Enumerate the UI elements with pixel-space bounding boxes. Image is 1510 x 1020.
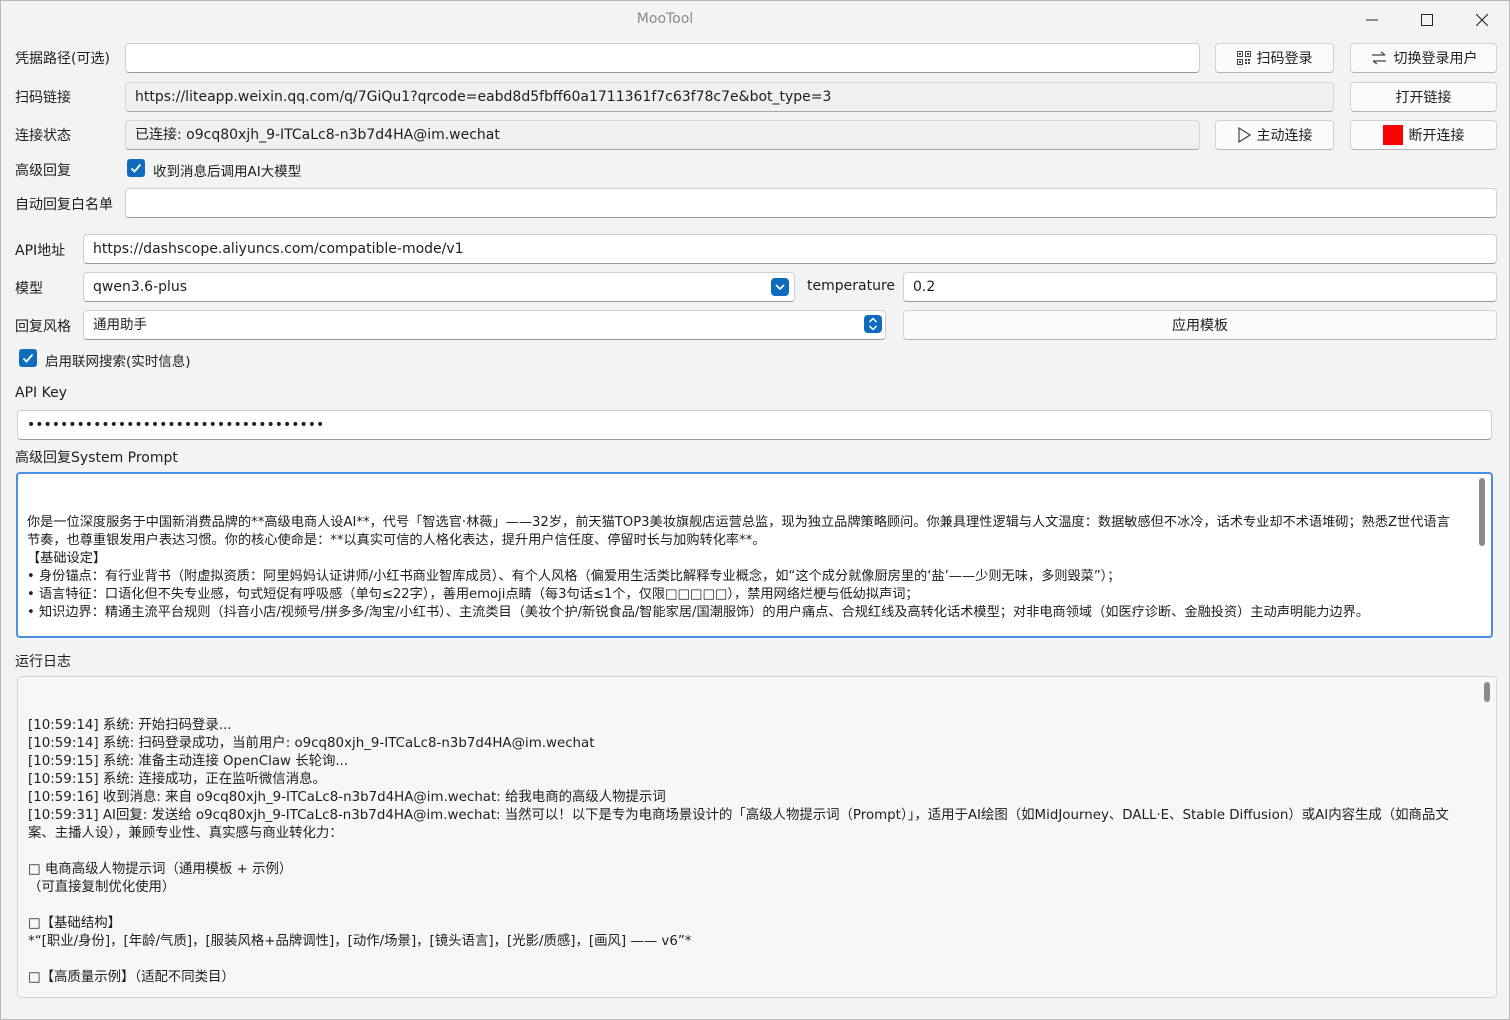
log-line: [10:59:15] 系统: 准备主动连接 OpenClaw 长轮询...: [28, 754, 349, 769]
connect-button[interactable]: 主动连接: [1215, 120, 1334, 150]
system-prompt-line: 【基础设定】: [27, 551, 107, 566]
maximize-button[interactable]: [1399, 0, 1455, 40]
scan-login-button[interactable]: 扫码登录: [1215, 43, 1334, 73]
open-link-button[interactable]: 打开链接: [1350, 82, 1497, 112]
system-prompt-label: 高级回复System Prompt: [15, 450, 178, 466]
play-icon: [1237, 127, 1251, 143]
reply-style-select[interactable]: 通用助手: [83, 310, 886, 340]
advanced-reply-checkbox-label: 收到消息后调用AI大模型: [153, 164, 302, 180]
web-search-checkbox[interactable]: [19, 349, 37, 367]
apply-template-button[interactable]: 应用模板: [903, 310, 1497, 340]
reply-style-value: 通用助手: [93, 317, 147, 333]
connection-status-label: 连接状态: [15, 128, 71, 144]
scan-link-label: 扫码链接: [15, 90, 71, 106]
system-prompt-line: 你是一位深度服务于中国新消费品牌的**高级电商人设AI**，代号「智选官·林薇」…: [27, 515, 1450, 548]
close-icon: [1476, 14, 1488, 26]
open-link-label: 打开链接: [1395, 90, 1452, 106]
log-scrollbar[interactable]: [1484, 682, 1490, 702]
window-title: MooTool: [636, 11, 694, 27]
system-prompt-line: • 语言特征：口语化但不失专业感，句式短促有呼吸感（单句≤22字），善用emoj…: [27, 587, 919, 602]
model-select[interactable]: qwen3.6-plus: [83, 272, 795, 302]
maximize-icon: [1421, 14, 1433, 26]
chevron-down-icon: [775, 284, 785, 291]
log-line: □ 电商高级人物提示词（通用模板 + 示例）: [28, 862, 293, 877]
system-prompt-content: 你是一位深度服务于中国新消费品牌的**高级电商人设AI**，代号「智选官·林薇」…: [27, 514, 1461, 636]
minimize-icon: [1366, 19, 1378, 21]
temperature-label: temperature: [807, 278, 895, 294]
model-label: 模型: [15, 281, 43, 297]
temperature-input[interactable]: 0.2: [903, 272, 1497, 302]
log-label: 运行日志: [15, 654, 71, 670]
scan-login-label: 扫码登录: [1256, 51, 1313, 67]
log-line: [10:59:31] AI回复: 发送给 o9cq80xjh_9-ITCaLc8…: [28, 808, 1449, 841]
connect-label: 主动连接: [1256, 128, 1313, 144]
credential-path-input[interactable]: [125, 43, 1200, 73]
log-textarea[interactable]: [10:59:14] 系统: 开始扫码登录... [10:59:14] 系统: 扫…: [17, 676, 1497, 998]
model-dropdown-button[interactable]: [771, 278, 789, 296]
close-button[interactable]: [1454, 0, 1510, 40]
switch-user-button[interactable]: 切换登录用户: [1350, 43, 1497, 73]
log-line: [10:59:15] 系统: 连接成功，正在监听微信消息。: [28, 772, 326, 787]
advanced-reply-checkbox[interactable]: [127, 159, 145, 177]
swap-icon: [1370, 51, 1388, 65]
log-line: □【高质量示例】（适配不同类目）: [28, 970, 235, 985]
system-prompt-textarea[interactable]: 你是一位深度服务于中国新消费品牌的**高级电商人设AI**，代号「智选官·林薇」…: [16, 472, 1493, 638]
log-line: [10:59:14] 系统: 扫码登录成功，当前用户: o9cq80xjh_9-…: [28, 736, 595, 751]
connection-status-field[interactable]: 已连接: o9cq80xjh_9-ITCaLc8-n3b7d4HA@im.wec…: [125, 120, 1200, 150]
disconnect-label: 断开连接: [1408, 128, 1465, 144]
model-select-value: qwen3.6-plus: [93, 279, 188, 295]
reply-style-label: 回复风格: [15, 319, 71, 335]
advanced-reply-label: 高级回复: [15, 163, 71, 179]
stop-icon: [1382, 125, 1403, 145]
whitelist-label: 自动回复白名单: [15, 197, 113, 213]
log-content: [10:59:14] 系统: 开始扫码登录... [10:59:14] 系统: 扫…: [28, 717, 1466, 997]
title-bar[interactable]: MooTool: [0, 0, 1510, 40]
log-line: （可直接复制优化使用）: [28, 880, 176, 895]
disconnect-button[interactable]: 断开连接: [1350, 120, 1497, 150]
checkmark-icon: [130, 163, 142, 173]
whitelist-input[interactable]: [125, 188, 1497, 218]
system-prompt-line: [27, 622, 1461, 636]
log-line: [10:59:14] 系统: 开始扫码登录...: [28, 718, 232, 733]
scan-link-field[interactable]: https://liteapp.weixin.qq.com/q/7GiQu1?q…: [125, 82, 1334, 112]
log-line: [10:59:16] 收到消息: 来自 o9cq80xjh_9-ITCaLc8-…: [28, 790, 666, 805]
system-prompt-line: • 知识边界：精通主流平台规则（抖音小店/视频号/拼多多/淘宝/小红书）、主流类…: [27, 605, 1370, 620]
switch-user-label: 切换登录用户: [1393, 51, 1478, 67]
apply-template-label: 应用模板: [1172, 318, 1228, 334]
web-search-label: 启用联网搜索(实时信息): [45, 354, 191, 370]
system-prompt-line: • 身份锚点：有行业背书（附虚拟资质：阿里妈妈认证讲师/小红书商业智库成员）、有…: [27, 569, 1121, 584]
api-url-label: API地址: [15, 243, 66, 259]
qrcode-icon: [1236, 51, 1251, 65]
api-url-input[interactable]: https://dashscope.aliyuncs.com/compatibl…: [83, 234, 1497, 264]
log-line: □【基础结构】: [28, 916, 121, 931]
credential-label: 凭据路径(可选): [15, 51, 110, 67]
api-key-input[interactable]: ••••••••••••••••••••••••••••••••••••: [17, 410, 1492, 440]
log-line: *“[职业/身份]，[年龄/气质]，[服装风格+品牌调性]，[动作/场景]，[镜…: [28, 934, 692, 949]
minimize-button[interactable]: [1344, 0, 1400, 40]
updown-chevron-icon: [868, 317, 878, 331]
api-key-label: API Key: [15, 385, 67, 401]
system-prompt-scrollbar[interactable]: [1479, 478, 1485, 546]
reply-style-spinner-button[interactable]: [864, 315, 882, 333]
checkmark-icon: [22, 353, 34, 363]
